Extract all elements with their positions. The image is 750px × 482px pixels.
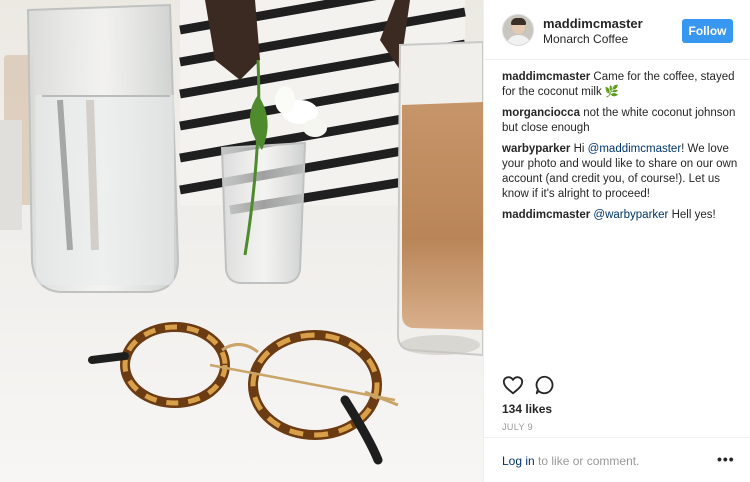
- post-username[interactable]: maddimcmaster: [543, 16, 643, 31]
- login-prompt-text: to like or comment.: [534, 454, 640, 468]
- post-photo[interactable]: [0, 0, 483, 482]
- heart-icon[interactable]: [502, 374, 524, 396]
- follow-button[interactable]: Follow: [682, 19, 733, 43]
- avatar[interactable]: [502, 14, 534, 46]
- post-footer: Log in to like or comment. •••: [484, 437, 750, 482]
- comment-author[interactable]: maddimcmaster: [502, 209, 590, 221]
- comment-list: maddimcmaster Came for the coffee, staye…: [502, 70, 738, 229]
- water-carafe: [26, 3, 180, 293]
- comment-item: maddimcmaster Came for the coffee, staye…: [502, 70, 738, 100]
- comment-author[interactable]: maddimcmaster: [502, 71, 590, 83]
- post-location[interactable]: Monarch Coffee: [543, 32, 628, 46]
- post-date: JULY 9: [502, 422, 534, 432]
- comment-mention[interactable]: @maddimcmaster: [588, 143, 681, 155]
- photo-illustration: [0, 0, 483, 482]
- comment-item: maddimcmaster @warbyparker Hell yes!: [502, 208, 738, 223]
- comment-mention[interactable]: @warbyparker: [593, 209, 668, 221]
- comment-item: warbyparker Hi @maddimcmaster! We love y…: [502, 142, 738, 202]
- comment-item: morganciocca not the white coconut johns…: [502, 106, 738, 136]
- avatar-body: [506, 35, 531, 45]
- comment-author[interactable]: morganciocca: [502, 107, 580, 119]
- likes-count[interactable]: 134 likes: [502, 402, 552, 416]
- login-link[interactable]: Log in: [502, 454, 535, 468]
- comment-author[interactable]: warbyparker: [502, 143, 570, 155]
- comment-text: Hi: [573, 143, 588, 155]
- post-header: maddimcmaster Monarch Coffee Follow: [484, 0, 750, 60]
- post-side-panel: maddimcmaster Monarch Coffee Follow madd…: [483, 0, 750, 482]
- comment-text: Hell yes!: [668, 209, 716, 221]
- comment-bubble-icon-svg: [535, 375, 554, 395]
- comment-bubble-icon[interactable]: [534, 374, 556, 396]
- more-options-icon[interactable]: •••: [717, 451, 735, 467]
- iced-coffee-glass: [396, 40, 483, 357]
- login-prompt: Log in to like or comment.: [502, 454, 639, 468]
- heart-icon-svg: [502, 376, 524, 395]
- avatar-hair: [511, 18, 526, 25]
